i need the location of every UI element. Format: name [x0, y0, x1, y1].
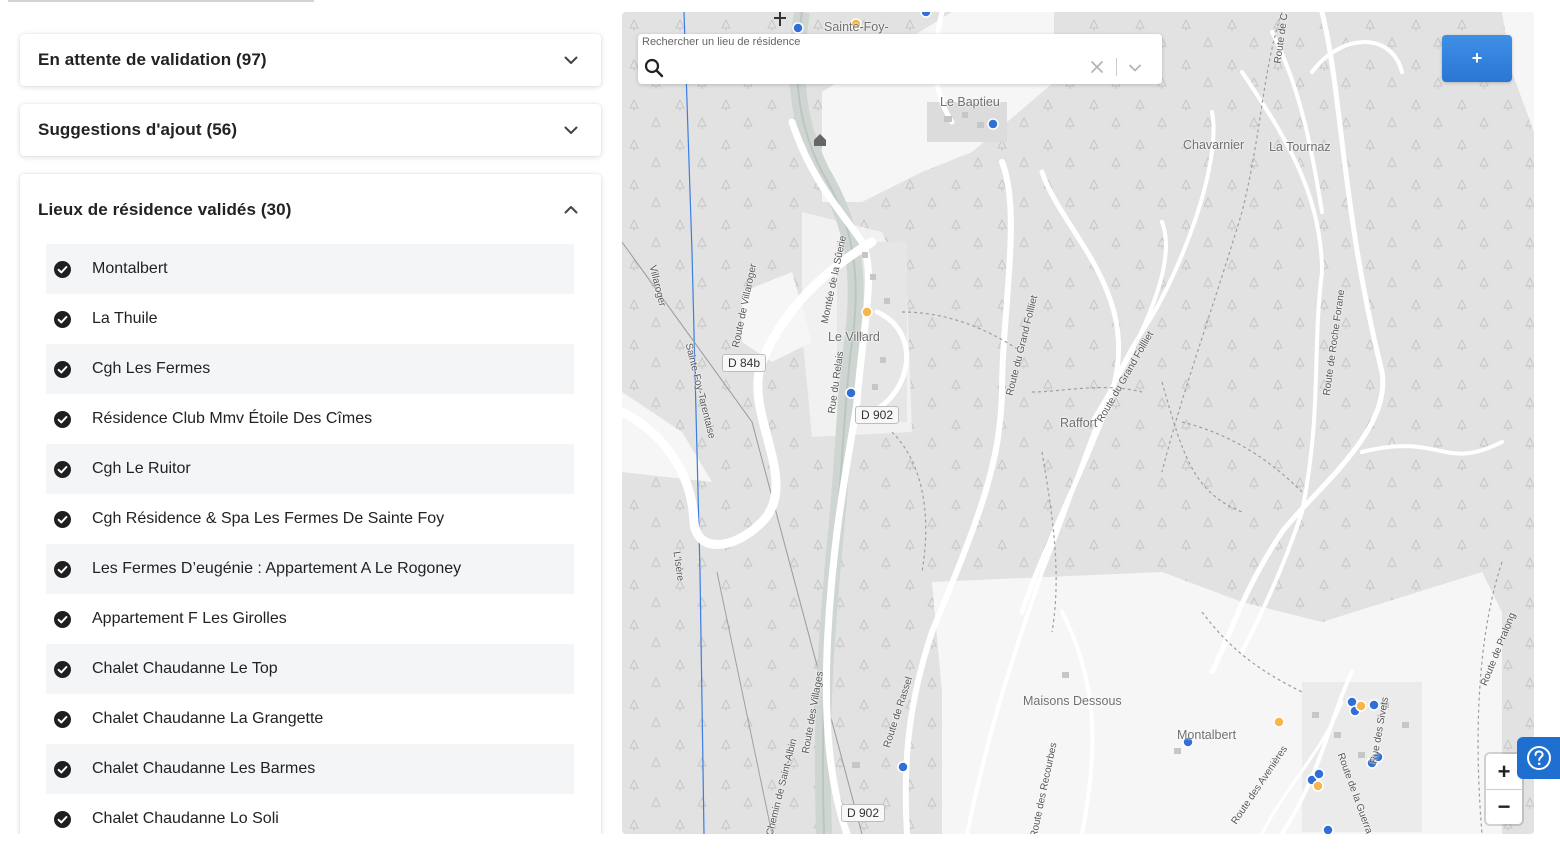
place-search: Rechercher un lieu de résidence	[638, 34, 1162, 84]
search-label: Rechercher un lieu de résidence	[642, 36, 801, 48]
close-icon[interactable]	[1090, 60, 1104, 74]
check-circle-icon	[54, 310, 71, 328]
list-item[interactable]: Chalet Chaudanne Lo Soli	[46, 794, 574, 834]
place-label: Chavarnier	[1183, 138, 1245, 152]
list-item[interactable]: Chalet Chaudanne Les Barmes	[46, 744, 574, 794]
search-input[interactable]	[672, 55, 1092, 79]
page: En attente de validation (97) Suggestion…	[0, 0, 1560, 867]
road-shield: D 84b	[722, 354, 767, 372]
check-circle-icon	[54, 660, 71, 678]
list-item-label: Chalet Chaudanne Lo Soli	[92, 810, 279, 827]
place-label: La Tournaz	[1269, 140, 1331, 154]
chevron-up-icon[interactable]	[563, 202, 579, 218]
section-pending-header[interactable]: En attente de validation (97)	[20, 34, 601, 86]
place-label: Sainte-Foy-	[824, 20, 889, 34]
check-circle-icon	[54, 810, 71, 828]
road-shield: D 902	[841, 804, 886, 822]
section-validated-title: Lieux de résidence validés (30)	[38, 200, 292, 219]
chevron-down-icon[interactable]	[563, 122, 579, 138]
list-item-label: Chalet Chaudanne Le Top	[92, 660, 278, 677]
list-item[interactable]: Résidence Club Mmv Étoile Des Cîmes	[46, 394, 574, 444]
place-label: Maisons Dessous	[1023, 694, 1122, 708]
section-validated-header[interactable]: Lieux de résidence validés (30)	[20, 174, 601, 246]
check-circle-icon	[54, 460, 71, 478]
section-pending-title: En attente de validation (97)	[38, 50, 267, 69]
list-item[interactable]: Appartement F Les Girolles	[46, 594, 574, 644]
map[interactable]: Sainte-Foy- Le Baptieu Chavarnier La Tou…	[622, 12, 1534, 834]
list-item[interactable]: Cgh Le Ruitor	[46, 444, 574, 494]
list-item-label: Chalet Chaudanne La Grangette	[92, 710, 324, 727]
help-button[interactable]	[1517, 737, 1560, 779]
check-circle-icon	[54, 560, 71, 578]
section-suggestions-header[interactable]: Suggestions d'ajout (56)	[20, 104, 601, 156]
section-suggestions: Suggestions d'ajout (56)	[20, 104, 601, 156]
place-label: Montalbert	[1177, 728, 1237, 742]
check-circle-icon	[54, 260, 71, 278]
place-label: Le Villard	[828, 330, 880, 344]
list-item[interactable]: Chalet Chaudanne Le Top	[46, 644, 574, 694]
check-circle-icon	[54, 610, 71, 628]
list-item[interactable]: Chalet Chaudanne La Grangette	[46, 694, 574, 744]
zoom-out-button[interactable]: −	[1486, 789, 1522, 824]
place-label: Raffort	[1060, 416, 1098, 430]
residence-panel: En attente de validation (97) Suggestion…	[8, 0, 614, 834]
road-shield: D 902	[855, 406, 900, 424]
list-item-label: La Thuile	[92, 310, 158, 327]
list-item[interactable]: La Thuile	[46, 294, 574, 344]
list-item[interactable]: Cgh Résidence & Spa Les Fermes De Sainte…	[46, 494, 574, 544]
chevron-down-icon[interactable]	[563, 52, 579, 68]
place-label: Le Baptieu	[940, 95, 1000, 109]
validated-list: Montalbert La Thuile Cgh Les Fermes Rési…	[46, 244, 574, 834]
check-circle-icon	[54, 710, 71, 728]
search-separator	[1116, 58, 1117, 76]
search-icon	[644, 58, 664, 78]
question-circle-icon	[1526, 746, 1551, 770]
check-circle-icon	[54, 760, 71, 778]
list-item-label: Cgh Le Ruitor	[92, 460, 191, 477]
check-circle-icon	[54, 360, 71, 378]
list-item-label: Appartement F Les Girolles	[92, 610, 287, 627]
section-suggestions-title: Suggestions d'ajout (56)	[38, 120, 238, 139]
list-item-label: Résidence Club Mmv Étoile Des Cîmes	[92, 410, 373, 427]
list-item[interactable]: Les Fermes D’eugénie : Appartement A Le …	[46, 544, 574, 594]
add-place-button[interactable]: +	[1442, 35, 1512, 82]
list-item-label: Montalbert	[92, 260, 168, 277]
list-item[interactable]: Cgh Les Fermes	[46, 344, 574, 394]
list-item-label: Cgh Les Fermes	[92, 360, 211, 377]
section-validated: Lieux de résidence validés (30) Montalbe…	[20, 174, 601, 834]
list-item-label: Les Fermes D’eugénie : Appartement A Le …	[92, 560, 462, 577]
check-circle-icon	[54, 510, 71, 528]
divider	[8, 0, 314, 2]
list-item-label: Chalet Chaudanne Les Barmes	[92, 760, 316, 777]
section-pending: En attente de validation (97)	[20, 34, 601, 86]
check-circle-icon	[54, 410, 71, 428]
chevron-down-icon[interactable]	[1128, 61, 1142, 75]
list-item-label: Cgh Résidence & Spa Les Fermes De Sainte…	[92, 510, 445, 527]
list-item[interactable]: Montalbert	[46, 244, 574, 294]
